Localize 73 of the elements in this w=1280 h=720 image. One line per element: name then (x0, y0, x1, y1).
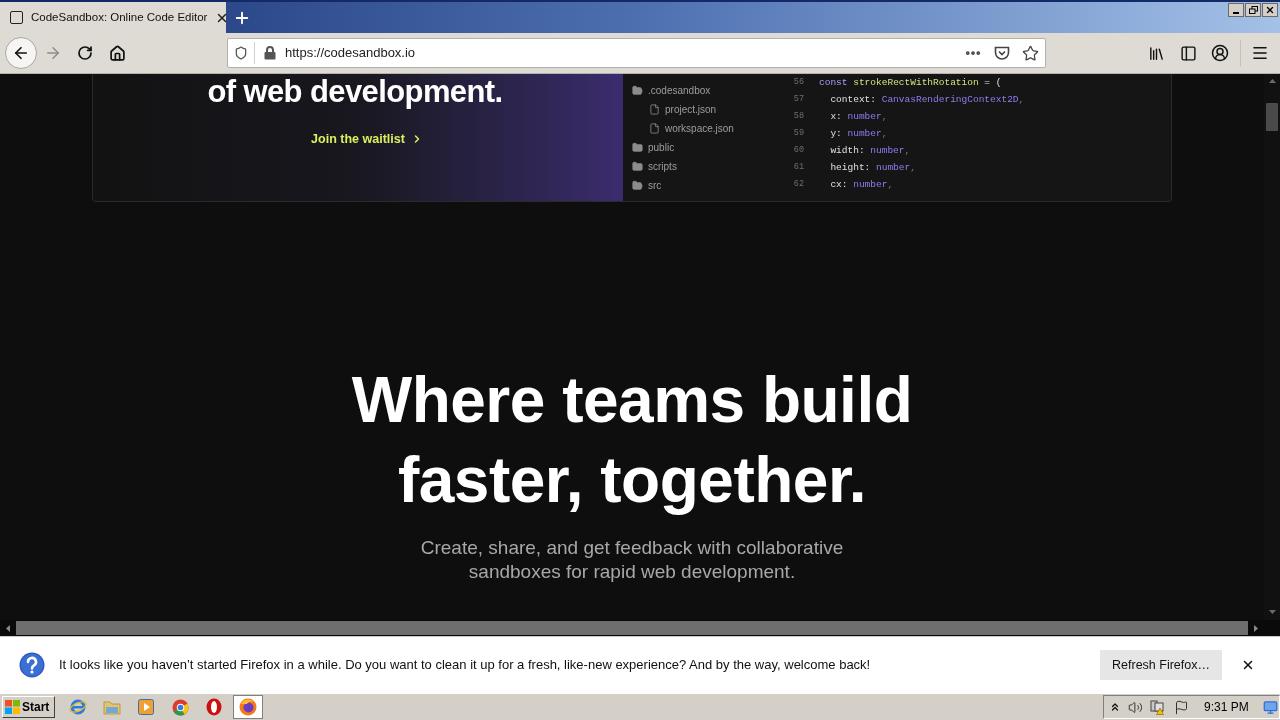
clock[interactable]: 9:31 PM (1204, 698, 1249, 716)
lock-icon[interactable] (264, 46, 276, 60)
line-number: 62 (792, 178, 804, 191)
restore-button[interactable] (1245, 3, 1261, 17)
file-icon (649, 104, 660, 115)
line-number: 61 (792, 161, 804, 174)
waitlist-link[interactable]: Join the waitlist (311, 129, 423, 149)
home-icon (108, 44, 126, 62)
monitor-icon[interactable] (1263, 699, 1278, 715)
hero-heading: Where teams build faster, together. (350, 363, 914, 518)
hero-subtitle: Create, share, and get feedback with collaborative sandboxes for rapid web development. (419, 536, 845, 584)
reload-icon (77, 45, 93, 61)
scroll-right-icon[interactable] (1254, 624, 1258, 632)
file-tree-item[interactable]: workspace.json (665, 121, 734, 136)
scroll-left-icon[interactable] (6, 624, 10, 632)
card-heading: of web development. (207, 74, 503, 110)
library-icon (1147, 44, 1165, 62)
e-globe-icon (69, 698, 87, 716)
folder-icon (103, 699, 121, 715)
o-logo-icon (206, 698, 222, 716)
line-number: 57 (792, 93, 804, 106)
line-number: 60 (792, 144, 804, 157)
line-number: 58 (792, 110, 804, 123)
line-number: 56 (792, 76, 804, 89)
question-icon (19, 652, 45, 678)
account-icon (1211, 44, 1229, 62)
code-line: height: number, (829, 161, 916, 175)
browser-tab[interactable]: CodeSandbox: Online Code Editor (0, 2, 226, 33)
speaker-icon[interactable] (1128, 699, 1143, 715)
flag-icon[interactable] (1174, 699, 1189, 715)
horizontal-scrollbar-thumb[interactable] (16, 621, 1248, 635)
scroll-down-icon[interactable] (1268, 610, 1276, 614)
code-line: x: number, (829, 110, 888, 124)
back-button[interactable] (5, 37, 37, 69)
network-warning-icon[interactable] (1150, 699, 1166, 715)
shield-icon[interactable] (234, 46, 248, 60)
close-icon (1265, 5, 1275, 15)
globe-logo-icon (239, 698, 257, 716)
back-icon (12, 44, 30, 62)
start-button[interactable]: Start (2, 696, 55, 718)
address-bar[interactable]: https://codesandbox.io (227, 38, 1046, 68)
restore-icon (1248, 6, 1258, 14)
forward-icon (44, 44, 62, 62)
line-number: 59 (792, 127, 804, 140)
close-window-button[interactable] (1262, 3, 1278, 17)
file-tree-item[interactable]: scripts (648, 159, 677, 174)
notification-message: It looks like you haven’t started Firefox in a while. Do you want to clean it up for a fresh, like-new experience? And by the way, welcome back! (59, 656, 871, 675)
code-line: const strokeRectWithRotation = ( (819, 76, 1002, 90)
play-icon (138, 699, 154, 715)
menu-icon (1251, 44, 1269, 62)
file-tree-item[interactable]: public (648, 140, 675, 155)
close-icon[interactable] (1241, 658, 1255, 672)
file-tree-item[interactable]: project.json (665, 102, 717, 117)
page-icon (10, 11, 23, 24)
code-line: context: CanvasRenderingContext2D, (829, 93, 1025, 107)
refresh-button[interactable]: Refresh Firefox… (1100, 650, 1222, 680)
code-line: width: number, (829, 144, 911, 158)
ring-logo-icon (171, 698, 189, 716)
minimize-icon (1233, 12, 1239, 14)
file-icon (649, 123, 660, 134)
windows-logo-icon (5, 700, 20, 714)
minimize-button[interactable] (1228, 3, 1244, 17)
code-line: y: number, (829, 127, 888, 141)
taskbar-app-button[interactable] (233, 695, 263, 719)
pocket-icon[interactable] (994, 46, 1010, 60)
star-icon[interactable] (1022, 44, 1039, 62)
sidebar-icon (1179, 44, 1197, 62)
file-tree-item[interactable]: src (648, 178, 662, 193)
code-line: cx: number, (829, 178, 894, 192)
scroll-up-icon[interactable] (1268, 79, 1276, 83)
scrollbar-thumb[interactable] (1266, 103, 1278, 131)
chevrons-up-icon[interactable] (1109, 701, 1121, 713)
file-tree-item[interactable]: .codesandbox (648, 83, 711, 98)
